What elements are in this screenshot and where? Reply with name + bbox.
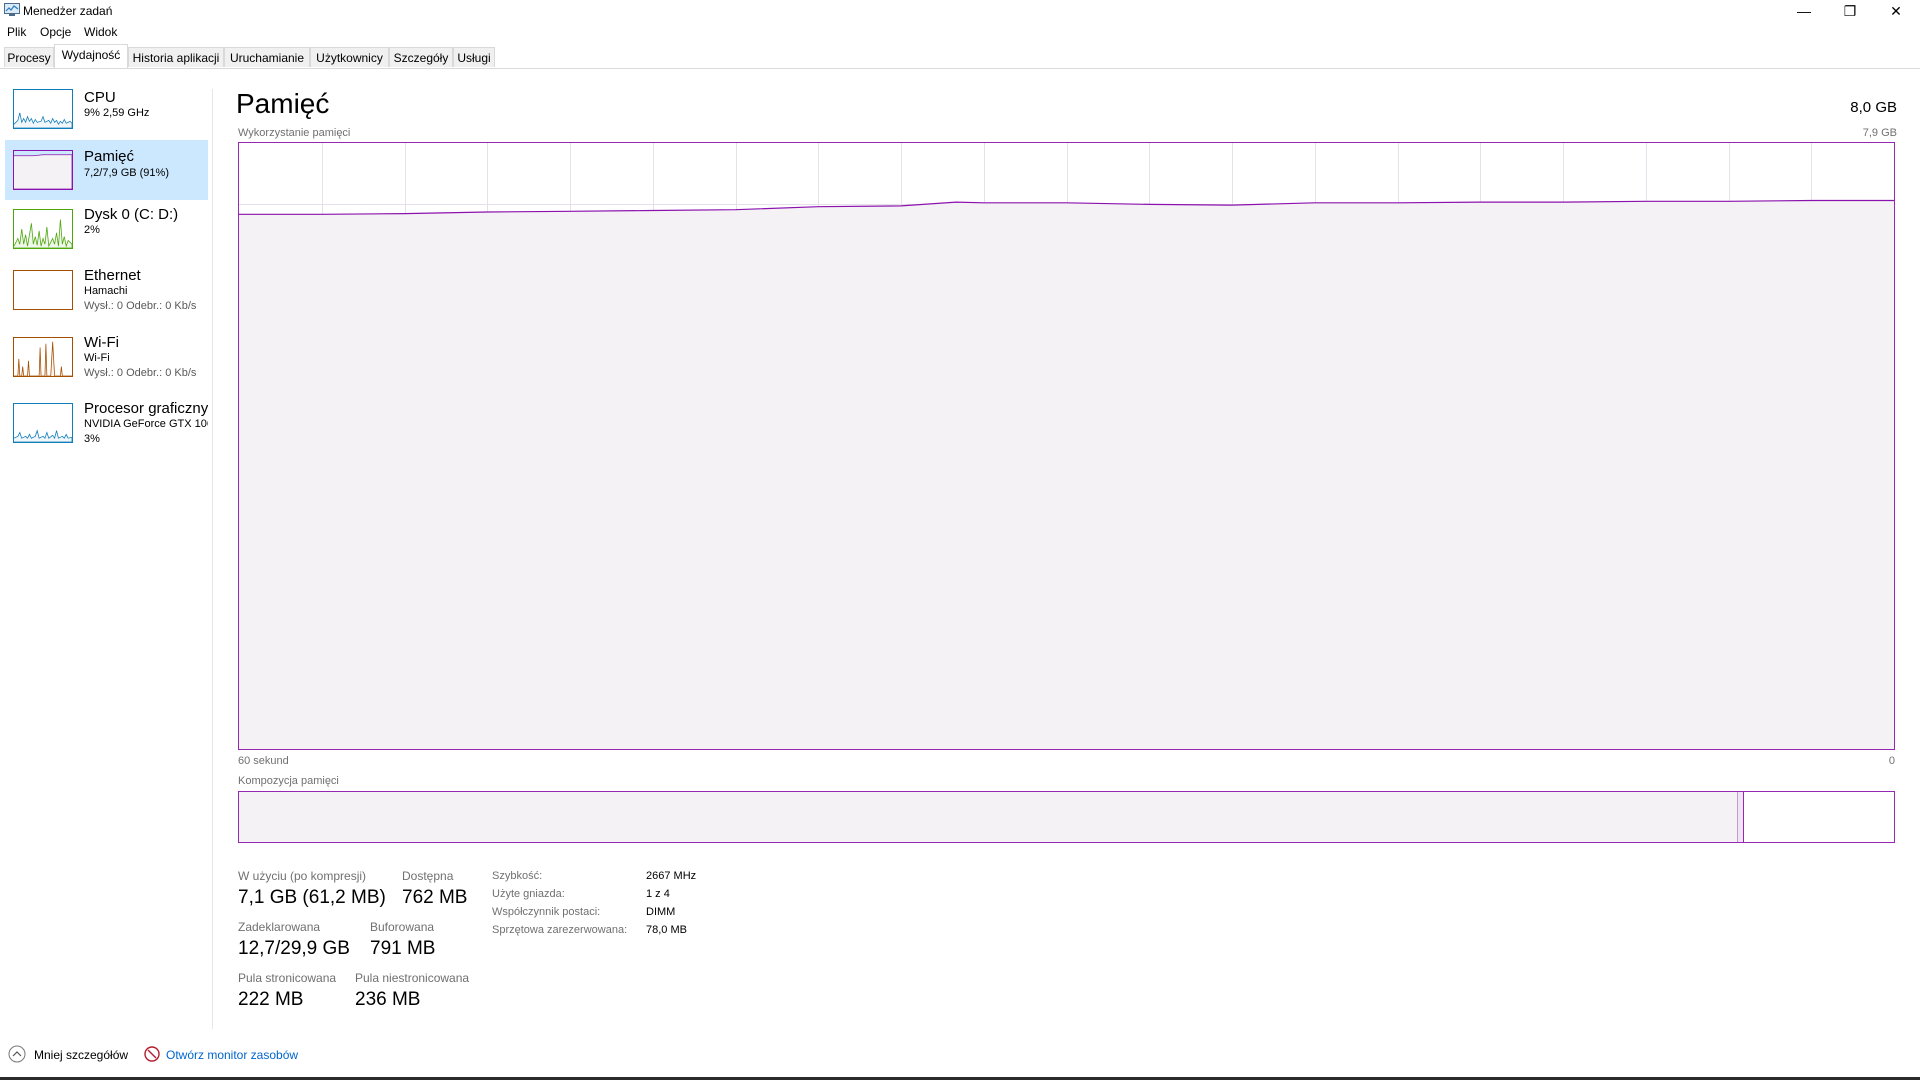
- composition-in-use-segment: [239, 792, 1738, 842]
- tab-app-history[interactable]: Historia aplikacji: [128, 47, 224, 67]
- sidebar-item-detail: 7,2/7,9 GB (91%): [84, 167, 169, 179]
- cached-label: Buforowana: [370, 920, 435, 934]
- spec-form-factor-value: DIMM: [646, 906, 676, 918]
- resource-monitor-icon: [144, 1046, 160, 1062]
- memory-thumbnail-graph: [13, 150, 73, 190]
- tab-users[interactable]: Użytkownicy: [310, 47, 389, 67]
- spec-reserved-value: 78,0 MB: [646, 924, 687, 936]
- sidebar-item-detail: Wi-Fi: [84, 352, 110, 364]
- tab-details[interactable]: Szczegóły: [389, 47, 453, 67]
- paged-pool-value: 222 MB: [238, 989, 304, 1010]
- nonpaged-pool-label: Pula niestronicowana: [355, 971, 470, 985]
- memory-usage-plot: [239, 143, 1894, 749]
- performance-sidebar: CPU 9% 2,59 GHz Pamięć 7,2/7,9 GB (91%) …: [0, 89, 213, 1029]
- spec-speed-value: 2667 MHz: [646, 870, 697, 882]
- spec-slots-label: Użyte gniazda:: [492, 888, 565, 900]
- memory-composition-bar: [238, 791, 1895, 843]
- disk-thumbnail-graph: [13, 209, 73, 249]
- sidebar-item-ethernet[interactable]: Ethernet Hamachi Wysł.: 0 Odebr.: 0 Kb/s: [5, 267, 208, 321]
- chart-title: Wykorzystanie pamięci: [238, 127, 351, 139]
- sidebar-item-detail: 9% 2,59 GHz: [84, 107, 150, 119]
- title-bar: Menedżer zadań — ❐ ✕: [0, 0, 1920, 22]
- menu-file[interactable]: Plik: [7, 25, 26, 39]
- ethernet-thumbnail-graph: [13, 270, 73, 310]
- spec-slots-value: 1 z 4: [646, 888, 670, 900]
- chevron-up-icon: [8, 1045, 26, 1063]
- memory-total: 8,0 GB: [1850, 99, 1897, 116]
- spec-form-factor-label: Współczynnik postaci:: [492, 906, 601, 918]
- tab-strip: Procesy Wydajność Historia aplikacji Uru…: [0, 44, 1920, 69]
- chart-y-max-label: 7,9 GB: [1862, 127, 1897, 139]
- tab-processes[interactable]: Procesy: [4, 47, 54, 67]
- spec-speed-label: Szybkość:: [492, 870, 543, 882]
- menu-view[interactable]: Widok: [84, 25, 117, 39]
- fewer-details-label: Mniej szczegółów: [34, 1048, 129, 1062]
- tab-startup[interactable]: Uruchamianie: [224, 47, 310, 67]
- tab-performance[interactable]: Wydajność: [54, 44, 128, 68]
- page-title: Pamięć: [236, 88, 330, 119]
- sidebar-item-label: Procesor graficzny: [84, 400, 208, 417]
- paged-pool-label: Pula stronicowana: [238, 971, 337, 985]
- in-use-value: 7,1 GB (61,2 MB): [238, 887, 386, 908]
- sidebar-item-utilization: 3%: [84, 433, 100, 445]
- sidebar-item-detail: NVIDIA GeForce GTX 106: [84, 418, 208, 430]
- menu-options[interactable]: Opcje: [40, 25, 71, 39]
- gpu-thumbnail-graph: [13, 403, 73, 443]
- composition-title: Kompozycja pamięci: [238, 775, 339, 787]
- tab-services[interactable]: Usługi: [453, 47, 495, 67]
- memory-usage-chart: [238, 142, 1895, 750]
- committed-label: Zadeklarowana: [238, 920, 321, 934]
- close-button[interactable]: ✕: [1873, 0, 1919, 22]
- sidebar-item-label: Wi-Fi: [84, 334, 119, 351]
- sidebar-item-label: Dysk 0 (C: D:): [84, 206, 179, 223]
- sidebar-item-detail: 2%: [84, 224, 100, 236]
- cpu-thumbnail-graph: [13, 89, 73, 129]
- task-manager-app-icon: [4, 3, 20, 16]
- sidebar-item-gpu[interactable]: Procesor graficzny NVIDIA GeForce GTX 10…: [5, 400, 208, 454]
- in-use-label: W użyciu (po kompresji): [238, 869, 367, 883]
- window-title: Menedżer zadań: [23, 4, 113, 18]
- available-label: Dostępna: [402, 869, 454, 883]
- sidebar-item-label: CPU: [84, 89, 116, 106]
- sidebar-item-throughput: Wysł.: 0 Odebr.: 0 Kb/s: [84, 367, 197, 379]
- chart-x-end-label: 0: [1888, 755, 1895, 767]
- wifi-thumbnail-graph: [13, 337, 73, 377]
- sidebar-item-throughput: Wysł.: 0 Odebr.: 0 Kb/s: [84, 300, 197, 312]
- sidebar-item-disk[interactable]: Dysk 0 (C: D:) 2%: [5, 206, 208, 256]
- sidebar-item-detail: Hamachi: [84, 285, 128, 297]
- chart-x-start-label: 60 sekund: [238, 755, 289, 767]
- sidebar-item-cpu[interactable]: CPU 9% 2,59 GHz: [5, 89, 208, 144]
- sidebar-item-wifi[interactable]: Wi-Fi Wi-Fi Wysł.: 0 Odebr.: 0 Kb/s: [5, 334, 208, 388]
- spec-reserved-label: Sprzętowa zarezerwowana:: [492, 924, 628, 936]
- restore-button[interactable]: ❐: [1827, 0, 1873, 22]
- minimize-button[interactable]: —: [1781, 0, 1827, 22]
- composition-modified-segment: [1738, 792, 1744, 842]
- sidebar-item-label: Pamięć: [84, 148, 135, 165]
- committed-value: 12,7/29,9 GB: [238, 938, 350, 959]
- available-value: 762 MB: [402, 887, 468, 908]
- sidebar-item-label: Ethernet: [84, 267, 141, 284]
- sidebar-item-memory[interactable]: Pamięć 7,2/7,9 GB (91%): [5, 140, 208, 200]
- cached-value: 791 MB: [370, 938, 436, 959]
- open-resource-monitor-label: Otwórz monitor zasobów: [166, 1048, 299, 1062]
- nonpaged-pool-value: 236 MB: [355, 989, 421, 1010]
- memory-usage-area: [239, 200, 1894, 749]
